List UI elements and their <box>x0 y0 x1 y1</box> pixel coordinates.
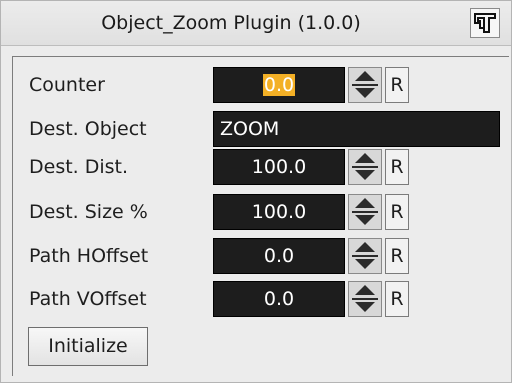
path-hoffset-label: Path HOffset <box>29 245 149 267</box>
counter-field[interactable]: 0.0 <box>213 67 345 103</box>
dest-object-label: Dest. Object <box>29 118 147 140</box>
counter-spinner[interactable] <box>348 67 382 103</box>
counter-increment-arrow-icon[interactable] <box>349 68 381 85</box>
plugin-logo-graphic <box>474 13 496 33</box>
dest-dist-decrement-arrow-icon[interactable] <box>349 167 381 184</box>
counter-label: Counter <box>29 74 105 96</box>
dest-object-field[interactable]: ZOOM <box>213 111 500 147</box>
dest-size-decrement-arrow-icon[interactable] <box>349 212 381 229</box>
path-hoffset-reset-button[interactable]: R <box>385 238 409 274</box>
path-voffset-field[interactable]: 0.0 <box>213 281 345 317</box>
dest-size-increment-arrow-icon[interactable] <box>349 195 381 212</box>
initialize-button[interactable]: Initialize <box>28 327 148 366</box>
path-voffset-reset-button[interactable]: R <box>385 281 409 317</box>
path-voffset-label: Path VOffset <box>29 288 147 310</box>
counter-decrement-arrow-icon[interactable] <box>349 85 381 102</box>
path-voffset-decrement-arrow-icon[interactable] <box>349 299 381 316</box>
plugin-panel: Object_Zoom Plugin (1.0.0) Counter 0.0 R… <box>0 0 512 383</box>
dest-dist-spinner[interactable] <box>348 149 382 185</box>
path-hoffset-increment-arrow-icon[interactable] <box>349 239 381 256</box>
dest-size-label: Dest. Size % <box>29 201 148 223</box>
path-voffset-increment-arrow-icon[interactable] <box>349 282 381 299</box>
path-voffset-spinner[interactable] <box>348 281 382 317</box>
plugin-logo-icon[interactable] <box>470 8 500 38</box>
path-hoffset-spinner[interactable] <box>348 238 382 274</box>
dest-dist-label: Dest. Dist. <box>29 156 129 178</box>
path-hoffset-decrement-arrow-icon[interactable] <box>349 256 381 273</box>
counter-reset-button[interactable]: R <box>385 67 409 103</box>
path-hoffset-field[interactable]: 0.0 <box>213 238 345 274</box>
panel-title: Object_Zoom Plugin (1.0.0) <box>101 12 361 34</box>
dest-dist-reset-button[interactable]: R <box>385 149 409 185</box>
dest-size-reset-button[interactable]: R <box>385 194 409 230</box>
counter-value: 0.0 <box>262 74 296 96</box>
dest-size-field[interactable]: 100.0 <box>213 194 345 230</box>
dest-size-spinner[interactable] <box>348 194 382 230</box>
dest-dist-increment-arrow-icon[interactable] <box>349 150 381 167</box>
title-bar: Object_Zoom Plugin (1.0.0) <box>1 1 511 46</box>
dest-dist-field[interactable]: 100.0 <box>213 149 345 185</box>
